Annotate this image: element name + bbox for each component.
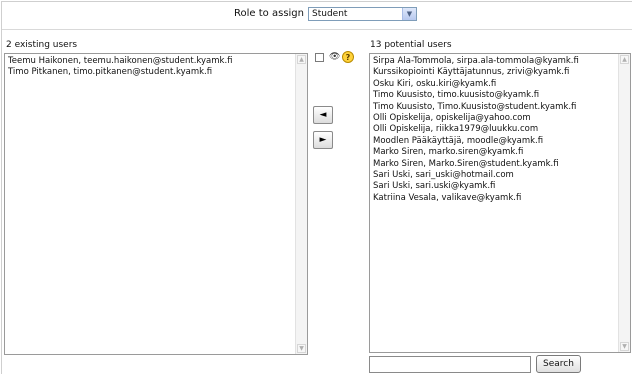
- potential-users-items: Sirpa Ala-Tommola, sirpa.ala-tommola@kya…: [370, 54, 630, 204]
- show-hidden-checkbox[interactable]: [315, 53, 324, 62]
- list-item[interactable]: Olli Opiskelija, riikka1979@luukku.com: [373, 124, 630, 135]
- list-item[interactable]: Marko Siren, Marko.Siren@student.kyamk.f…: [373, 159, 630, 170]
- existing-users-heading: 2 existing users: [6, 40, 78, 50]
- existing-users-items: Teemu Haikonen, teemu.haikonen@student.k…: [5, 54, 307, 79]
- eye-icon: 👁: [329, 52, 341, 62]
- existing-users-list[interactable]: Teemu Haikonen, teemu.haikonen@student.k…: [4, 53, 308, 355]
- list-item[interactable]: Sirpa Ala-Tommola, sirpa.ala-tommola@kya…: [373, 56, 630, 67]
- scroll-up-icon[interactable]: ▲: [297, 55, 306, 64]
- list-item[interactable]: Timo Pitkanen, timo.pitkanen@student.kya…: [8, 67, 307, 78]
- list-item[interactable]: Timo Kuusisto, timo.kuusisto@kyamk.fi: [373, 90, 630, 101]
- list-item[interactable]: Marko Siren, marko.siren@kyamk.fi: [373, 147, 630, 158]
- role-select[interactable]: Student ▼: [308, 7, 417, 21]
- potential-list-scrollbar[interactable]: ▲ ▼: [618, 54, 630, 352]
- list-item[interactable]: Teemu Haikonen, teemu.haikonen@student.k…: [8, 56, 307, 67]
- scroll-down-icon[interactable]: ▼: [297, 344, 306, 353]
- role-label: Role to assign: [234, 8, 304, 19]
- list-item[interactable]: Sari Uski, sari.uski@kyamk.fi: [373, 181, 630, 192]
- left-arrow-icon: ◄: [319, 110, 327, 120]
- help-icon[interactable]: ?: [342, 51, 354, 63]
- potential-users-heading: 13 potential users: [370, 40, 452, 50]
- list-item[interactable]: Osku Kiri, osku.kiri@kyamk.fi: [373, 79, 630, 90]
- search-button[interactable]: Search: [536, 355, 581, 373]
- existing-list-scrollbar[interactable]: ▲ ▼: [295, 54, 307, 354]
- role-selected-value: Student: [312, 9, 348, 19]
- list-item[interactable]: Sari Uski, sari_uski@hotmail.com: [373, 170, 630, 181]
- remove-user-button[interactable]: ►: [313, 131, 333, 149]
- add-user-button[interactable]: ◄: [313, 106, 333, 124]
- scroll-down-icon[interactable]: ▼: [620, 342, 629, 351]
- list-item[interactable]: Timo Kuusisto, Timo.Kuusisto@student.kya…: [373, 102, 630, 113]
- potential-users-list[interactable]: Sirpa Ala-Tommola, sirpa.ala-tommola@kya…: [369, 53, 631, 353]
- list-item[interactable]: Katriina Vesala, valikave@kyamk.fi: [373, 193, 630, 204]
- divider: [2, 29, 632, 30]
- search-input[interactable]: [369, 356, 531, 373]
- right-arrow-icon: ►: [319, 135, 327, 145]
- list-item[interactable]: Moodlen Pääkäyttäjä, moodle@kyamk.fi: [373, 136, 630, 147]
- chevron-down-icon[interactable]: ▼: [402, 8, 416, 20]
- list-item[interactable]: Kurssikopiointi Käyttäjatunnus, zrivi@ky…: [373, 67, 630, 78]
- scroll-up-icon[interactable]: ▲: [620, 55, 629, 64]
- list-item[interactable]: Olli Opiskelija, opiskelija@yahoo.com: [373, 113, 630, 124]
